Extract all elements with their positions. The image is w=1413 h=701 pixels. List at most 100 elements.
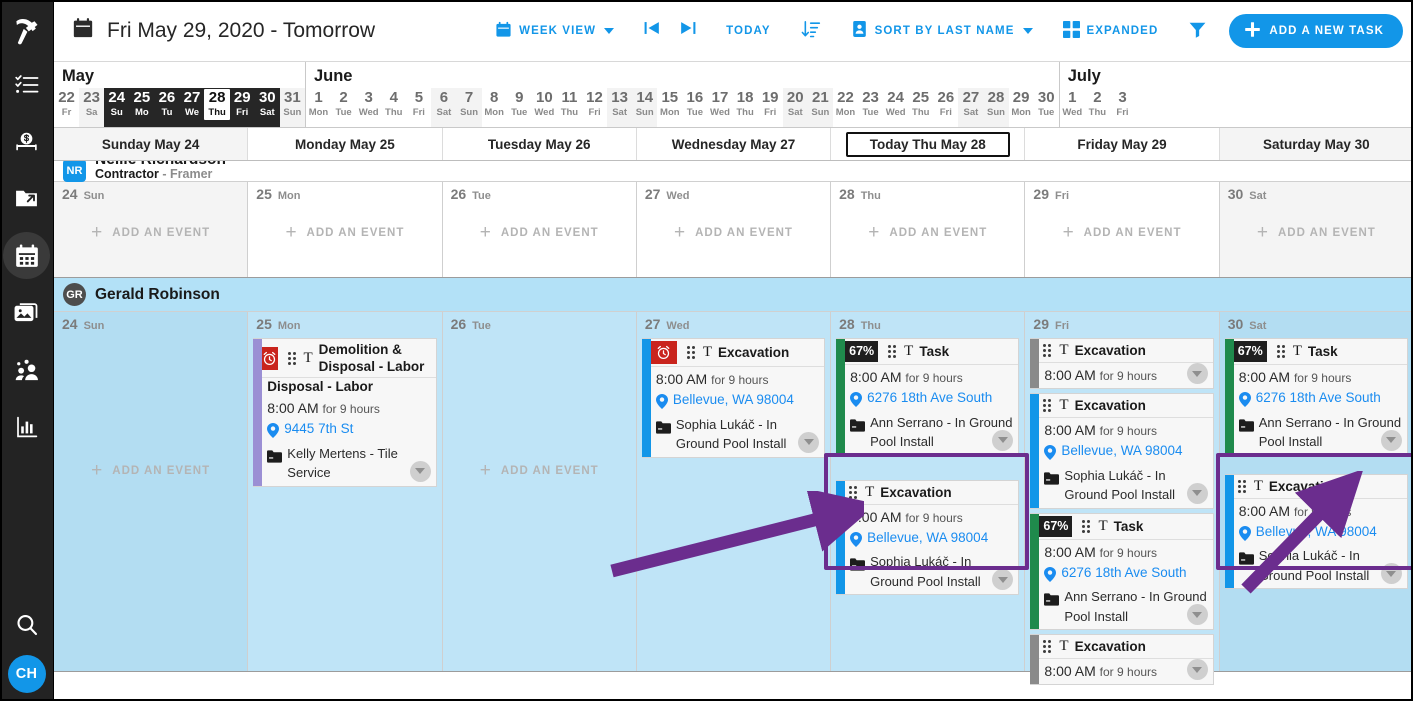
day-cell[interactable]: 24 Sun + ADD AN EVENT	[54, 182, 249, 277]
day-cell[interactable]: 26 Tue + ADD AN EVENT	[442, 312, 637, 671]
drag-handle-icon[interactable]	[686, 346, 695, 359]
date-strip-day[interactable]: 22 Mon	[833, 88, 858, 127]
date-strip-day[interactable]: 30 Tue	[1034, 88, 1059, 127]
card-address[interactable]: Bellevue, WA 98004	[867, 528, 988, 548]
add-event-button[interactable]: + ADD AN EVENT	[59, 461, 242, 480]
date-strip-day[interactable]: 1 Mon	[306, 88, 331, 127]
date-strip-day[interactable]: 3 Fri	[1110, 88, 1135, 127]
date-strip-day[interactable]: 16 Tue	[682, 88, 707, 127]
card-expand-button[interactable]	[1380, 563, 1402, 584]
date-strip-day[interactable]: 23 Tue	[858, 88, 883, 127]
date-strip-day[interactable]: 13 Sat	[607, 88, 633, 127]
day-cell[interactable]: 30 Sat + ADD AN EVENT	[1219, 182, 1413, 277]
day-cell[interactable]: 27 Wed T Excavation 8:00 AM for 9 hours Belle…	[636, 312, 832, 671]
date-strip-day[interactable]: 19 Fri	[758, 88, 783, 127]
date-strip-day[interactable]: 26 Fri	[933, 88, 958, 127]
sort-by-selector[interactable]: SORT BY LAST NAME	[843, 14, 1041, 47]
drag-handle-icon[interactable]	[1276, 345, 1285, 358]
add-new-task-button[interactable]: ADD A NEW TASK	[1229, 13, 1403, 48]
date-strip-day[interactable]: 12 Fri	[582, 88, 607, 127]
add-event-button[interactable]: + ADD AN EVENT	[448, 223, 631, 242]
card-expand-button[interactable]	[1186, 363, 1208, 384]
date-strip-day[interactable]: 27 Sat	[958, 88, 984, 127]
add-event-button[interactable]: + ADD AN EVENT	[1030, 223, 1213, 242]
card-address-row[interactable]: Bellevue, WA 98004	[1238, 522, 1402, 547]
date-strip-day[interactable]: 28 Sun	[983, 88, 1009, 127]
column-header-wed[interactable]: Wednesday May 27	[637, 128, 832, 160]
card-address-row[interactable]: 6276 18th Ave South	[1044, 563, 1207, 588]
date-strip-day[interactable]: 21 Sun	[807, 88, 833, 127]
task-card[interactable]: T Excavation 8:00 AM for 9 hours Bellevue, …	[1030, 393, 1214, 509]
today-button[interactable]: TODAY	[718, 19, 779, 43]
sidebar-item-photos[interactable]	[3, 289, 50, 336]
drag-handle-icon[interactable]	[1082, 519, 1091, 533]
add-event-button[interactable]: + ADD AN EVENT	[253, 223, 436, 242]
task-card[interactable]: T Excavation 8:00 AM for 9 hours Bellevue, …	[836, 479, 1020, 595]
column-header-tue[interactable]: Tuesday May 26	[443, 128, 637, 160]
sidebar-item-financials[interactable]	[3, 118, 50, 165]
add-event-button[interactable]: + ADD AN EVENT	[59, 223, 242, 242]
day-cell[interactable]: 28 Thu + ADD AN EVENT	[831, 182, 1026, 277]
date-strip-day[interactable]: 27 We	[179, 88, 205, 127]
date-strip-day[interactable]: 28 Thu	[204, 88, 231, 127]
week-view-selector[interactable]: WEEK VIEW	[487, 15, 622, 47]
card-address-row[interactable]: Bellevue, WA 98004	[655, 390, 819, 415]
date-strip-day[interactable]: 6 Sat	[431, 88, 457, 127]
card-expand-button[interactable]	[1380, 429, 1402, 451]
add-event-button[interactable]: + ADD AN EVENT	[836, 223, 1019, 242]
date-strip-day[interactable]: 24 Wed	[883, 88, 908, 127]
card-expand-button[interactable]	[1186, 659, 1208, 680]
next-period-button[interactable]	[671, 16, 704, 45]
task-card[interactable]: T Excavation 8:00 AM for 9 hours Bellevue, …	[641, 338, 826, 458]
date-strip-day[interactable]: 3 Wed	[356, 88, 381, 127]
prev-period-button[interactable]	[636, 16, 669, 45]
card-address-row[interactable]: Bellevue, WA 98004	[1044, 441, 1207, 466]
date-strip-day[interactable]: 11 Thu	[557, 88, 582, 127]
day-cell[interactable]: 24 Sun + ADD AN EVENT	[54, 312, 249, 671]
task-card[interactable]: 67% T Task 8:00 AM for 9 hours 6276 18th Ave…	[836, 338, 1020, 456]
add-event-button[interactable]: + ADD AN EVENT	[1225, 223, 1408, 242]
resource-header-nellie-richardson[interactable]: NR Nellie Richardson Contractor - Framer	[54, 161, 1413, 182]
avatar[interactable]: CH	[7, 655, 46, 693]
date-strip-day[interactable]: 26 Tu	[154, 88, 180, 127]
drag-handle-icon[interactable]	[1043, 399, 1052, 412]
day-cell[interactable]: 30 Sat 67% T Task 8:00 AM for 9 hours 6276 18t…	[1219, 312, 1413, 671]
task-card[interactable]: T Excavation 8:00 AM for 9 hours	[1030, 338, 1214, 389]
card-expand-button[interactable]	[409, 460, 431, 482]
task-card[interactable]: T Excavation 8:00 AM for 9 hours Bellevue, …	[1224, 473, 1408, 589]
date-strip-day[interactable]: 9 Tue	[507, 88, 532, 127]
column-header-thu[interactable]: Today Thu May 28	[831, 128, 1026, 160]
date-strip-day[interactable]: 31 Sun	[279, 88, 305, 127]
card-address[interactable]: Bellevue, WA 98004	[673, 390, 794, 410]
card-expand-button[interactable]	[798, 431, 820, 453]
card-address[interactable]: 6276 18th Ave South	[867, 388, 992, 408]
task-card[interactable]: 67% T Task 8:00 AM for 9 hours 6276 18th Ave…	[1224, 338, 1408, 456]
card-address-row[interactable]: Bellevue, WA 98004	[850, 528, 1013, 553]
drag-handle-icon[interactable]	[1043, 344, 1052, 357]
date-strip-day[interactable]: 22 Fr	[54, 88, 79, 127]
expanded-toggle[interactable]: EXPANDED	[1055, 15, 1167, 47]
column-header-mon[interactable]: Monday May 25	[248, 128, 443, 160]
card-address-row[interactable]: 9445 7th St	[267, 419, 430, 444]
sidebar-item-calendar[interactable]	[3, 232, 50, 279]
card-expand-button[interactable]	[1186, 604, 1208, 625]
date-strip-day[interactable]: 17 Wed	[707, 88, 732, 127]
date-strip-day[interactable]: 29 Fri	[229, 88, 255, 127]
day-cell[interactable]: 26 Tue + ADD AN EVENT	[443, 182, 637, 277]
date-strip-day[interactable]: 29 Mon	[1009, 88, 1034, 127]
date-strip-day[interactable]: 2 Thu	[1085, 88, 1110, 127]
card-address[interactable]: Bellevue, WA 98004	[1061, 441, 1182, 461]
add-event-button[interactable]: + ADD AN EVENT	[448, 461, 631, 480]
drag-handle-icon[interactable]	[888, 345, 897, 358]
sidebar-item-checklist[interactable]	[3, 61, 50, 108]
resource-header-gerald-robinson[interactable]: GR Gerald Robinson	[54, 278, 1413, 312]
card-address[interactable]: 6276 18th Ave South	[1256, 388, 1381, 408]
date-strip-day[interactable]: 4 Thu	[381, 88, 406, 127]
date-strip-day[interactable]: 30 Sat	[254, 88, 280, 127]
sidebar-item-reports[interactable]	[3, 403, 50, 450]
date-strip-day[interactable]: 10 Wed	[532, 88, 557, 127]
date-strip-day[interactable]: 14 Sun	[632, 88, 658, 127]
drag-handle-icon[interactable]	[1237, 479, 1246, 493]
drag-handle-icon[interactable]	[849, 485, 858, 499]
day-cell[interactable]: 28 Thu 67% T Task 8:00 AM for 9 hours 6276 18t…	[831, 312, 1026, 671]
